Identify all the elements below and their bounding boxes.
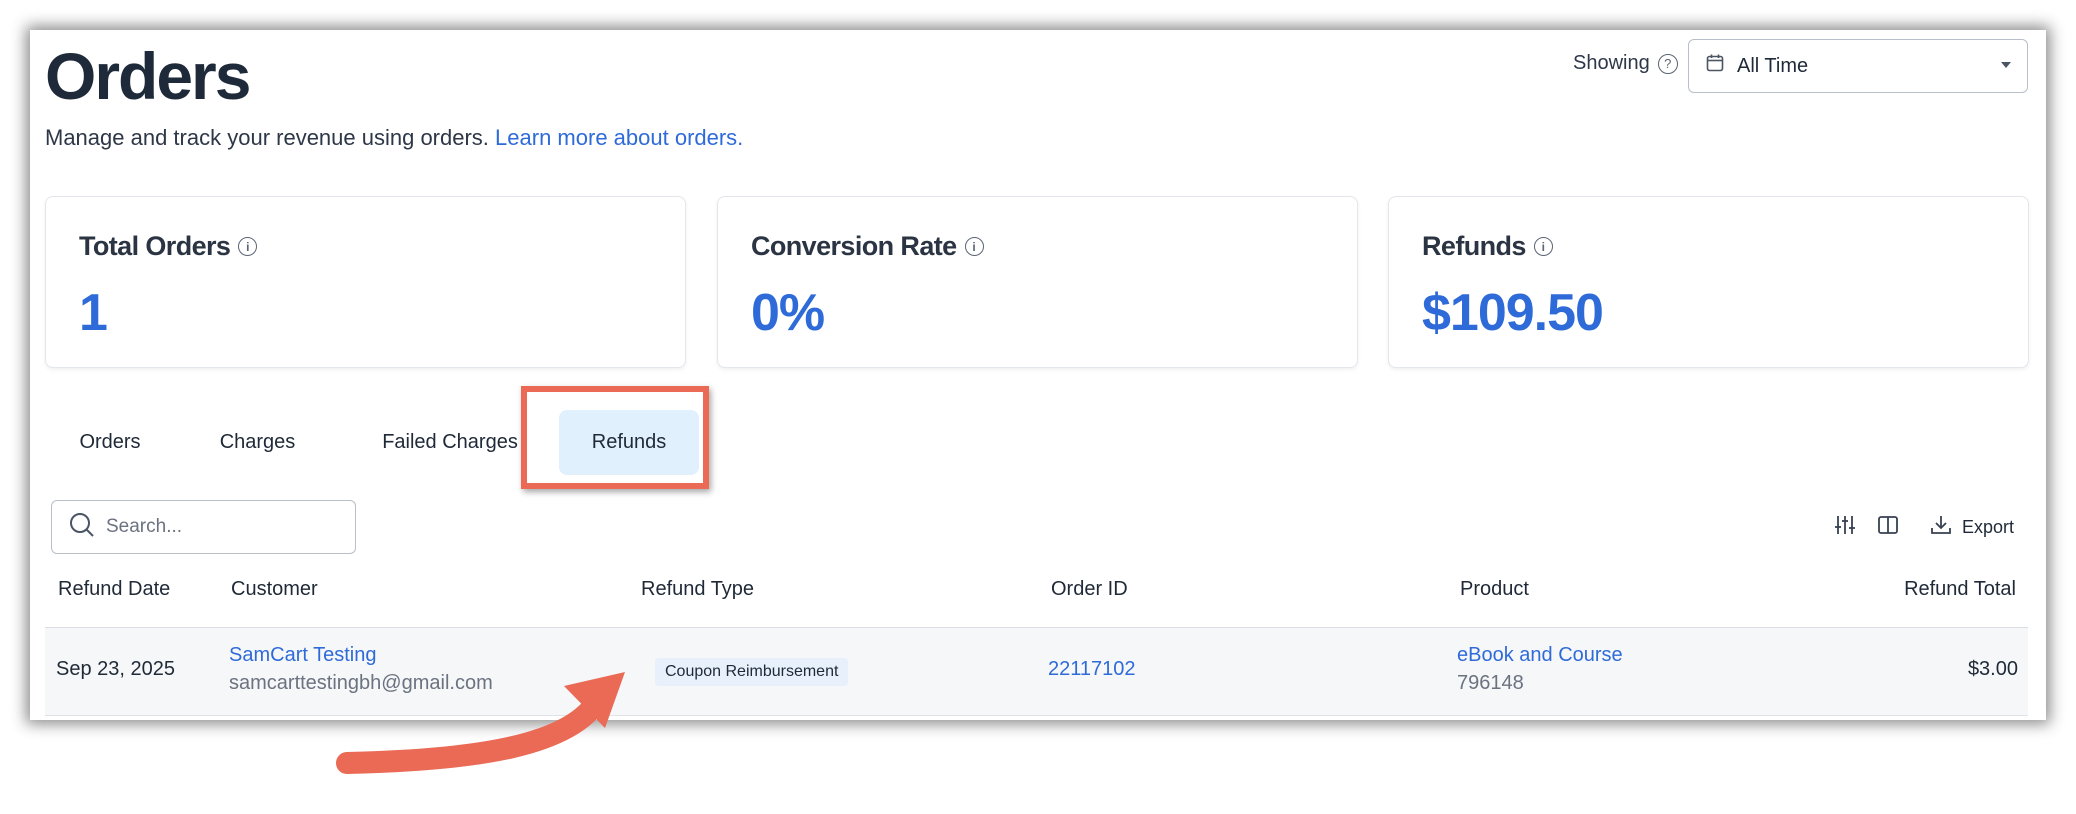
page-subtitle: Manage and track your revenue using orde… (45, 125, 743, 151)
column-header-refund-date[interactable]: Refund Date (58, 578, 170, 601)
tab-refunds[interactable]: Refunds (559, 410, 699, 475)
product-name-link[interactable]: eBook and Course (1457, 644, 1623, 667)
stat-value: 1 (79, 284, 108, 342)
chevron-down-icon (2001, 62, 2011, 68)
tab-charges[interactable]: Charges (190, 410, 325, 475)
columns-icon[interactable] (1877, 514, 1899, 536)
export-label: Export (1962, 517, 2015, 537)
stat-card-total-orders: Total Orders i 1 (45, 196, 686, 368)
info-icon[interactable]: i (964, 237, 984, 256)
refund-total-cell: $3.00 (1967, 658, 2018, 680)
stat-label: Refunds (1422, 231, 1526, 261)
date-range-select[interactable]: All Time (1688, 39, 2028, 93)
date-range-value: All Time (1737, 54, 1809, 77)
table-row[interactable]: Sep 23, 2025 SamCart Testing samcarttest… (45, 628, 2028, 716)
stat-label: Total Orders (79, 231, 231, 261)
tab-failed-charges[interactable]: Failed Charges (350, 410, 550, 475)
screenshot-stage: Orders Manage and track your revenue usi… (0, 0, 2076, 814)
stat-card-conversion-rate: Conversion Rate i 0% (717, 196, 1358, 368)
stat-value: $109.50 (1422, 284, 1604, 342)
order-id-link[interactable]: 22117102 (1048, 658, 1136, 681)
customer-email: samcarttestingbh@gmail.com (229, 672, 493, 694)
calendar-icon (1705, 53, 1725, 79)
stat-value: 0% (751, 284, 825, 342)
refund-date-cell: Sep 23, 2025 (56, 658, 175, 680)
subtitle-text: Manage and track your revenue using orde… (45, 125, 489, 150)
table-toolbar (1834, 514, 1856, 536)
column-header-order-id[interactable]: Order ID (1051, 578, 1128, 601)
column-header-refund-total[interactable]: Refund Total (1904, 578, 2016, 601)
column-header-product[interactable]: Product (1460, 578, 1529, 601)
search-icon (68, 511, 96, 544)
sliders-icon[interactable] (1834, 514, 1856, 536)
search-input[interactable] (106, 516, 346, 538)
export-button[interactable]: Export (1930, 514, 2014, 541)
page-title: Orders (45, 39, 251, 113)
info-icon[interactable]: i (1533, 237, 1553, 256)
showing-label: Showing ? (1573, 52, 1678, 75)
column-header-customer[interactable]: Customer (231, 578, 318, 601)
column-header-refund-type[interactable]: Refund Type (641, 578, 754, 601)
table-toolbar-columns (1877, 514, 1899, 536)
tab-orders[interactable]: Orders (45, 410, 175, 475)
download-icon (1930, 514, 1952, 541)
product-id: 796148 (1457, 672, 1524, 694)
learn-more-link[interactable]: Learn more about orders. (495, 125, 743, 150)
help-circle-icon[interactable]: ? (1657, 53, 1678, 74)
info-icon[interactable]: i (238, 237, 258, 256)
showing-text: Showing (1573, 52, 1650, 74)
customer-name-link[interactable]: SamCart Testing (229, 644, 376, 667)
stat-label: Conversion Rate (751, 231, 957, 261)
orders-page: Orders Manage and track your revenue usi… (30, 30, 2046, 720)
refund-type-badge: Coupon Reimbursement (655, 658, 849, 686)
search-box (51, 500, 356, 554)
stat-card-refunds: Refunds i $109.50 (1388, 196, 2029, 368)
